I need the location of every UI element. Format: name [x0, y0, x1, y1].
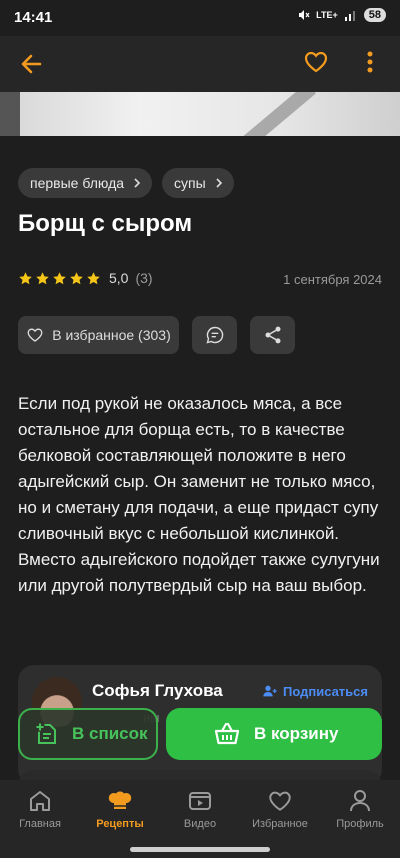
add-to-list-button[interactable]: В список [18, 708, 158, 760]
nav-label: Профиль [336, 818, 384, 830]
status-bar: 14:41 LTE+ 58 [0, 0, 400, 36]
share-icon [265, 326, 280, 344]
battery-level: 58 [363, 8, 386, 22]
list-add-icon [35, 722, 56, 744]
app-bar [0, 36, 400, 92]
arrow-left-icon[interactable] [18, 50, 46, 78]
heart-outline-icon [27, 328, 43, 342]
heart-outline-icon[interactable] [302, 48, 330, 76]
breadcrumb: первые блюда супы [18, 168, 234, 198]
nav-label: Главная [19, 818, 61, 830]
page-title: Борщ с сыром [18, 210, 193, 237]
add-to-cart-button[interactable]: В корзину [166, 708, 382, 760]
nav-label: Избранное [252, 818, 308, 830]
signal-icon [344, 11, 355, 21]
heart-icon [269, 791, 291, 811]
basket-icon [214, 722, 240, 745]
action-row: В избранное (303) [18, 316, 295, 354]
recipe-description: Если под рукой не оказалось мяса, а все … [18, 394, 380, 595]
add-to-favorites-button[interactable]: В избранное (303) [18, 316, 179, 354]
nav-item-favorites[interactable]: Избранное [240, 788, 320, 830]
subscribe-label: Подписаться [282, 683, 368, 699]
network-label: LTE+ [316, 10, 338, 20]
breadcrumb-label: первые блюда [30, 175, 125, 191]
favorite-label: В избранное (303) [52, 327, 171, 343]
nav-label: Видео [183, 818, 217, 830]
add-user-icon [263, 685, 277, 697]
author-name[interactable]: Софья Глухова [92, 681, 223, 701]
chevron-right-icon [216, 178, 222, 188]
breadcrumb-label: супы [174, 175, 206, 191]
chef-hat-icon [108, 791, 132, 809]
star-icon [36, 271, 49, 284]
comments-button[interactable] [192, 316, 237, 354]
status-time: 14:41 [14, 9, 53, 26]
star-icon [53, 271, 66, 284]
breadcrumb-chip[interactable]: супы [162, 168, 234, 198]
publish-date: 1 сентября 2024 [283, 272, 382, 287]
home-icon [30, 791, 50, 811]
comment-icon [206, 326, 223, 344]
recipe-hero-image [0, 92, 400, 136]
add-to-cart-label: В корзину [254, 724, 339, 743]
nav-item-home[interactable]: Главная [0, 788, 80, 830]
mute-icon [299, 10, 310, 20]
share-button[interactable] [250, 316, 295, 354]
rating-count: (3) [135, 270, 153, 286]
nav-item-recipes[interactable]: Рецепты [80, 788, 160, 830]
user-icon [350, 790, 370, 812]
star-icon [19, 271, 32, 284]
rating-score: 5,0 [109, 270, 129, 286]
chevron-right-icon [134, 178, 141, 188]
star-icon [70, 271, 83, 284]
add-to-list-label: В список [72, 724, 148, 743]
star-icon [87, 271, 100, 284]
video-icon [189, 792, 211, 810]
nav-label: Рецепты [96, 818, 144, 830]
breadcrumb-chip[interactable]: первые блюда [18, 168, 153, 198]
rating[interactable]: 5,0 (3) [18, 270, 153, 286]
home-indicator[interactable] [130, 847, 270, 852]
nav-item-profile[interactable]: Профиль [320, 788, 400, 830]
more-vertical-icon[interactable] [360, 48, 380, 76]
nav-item-video[interactable]: Видео [160, 788, 240, 830]
subscribe-button[interactable]: Подписаться [262, 683, 368, 699]
